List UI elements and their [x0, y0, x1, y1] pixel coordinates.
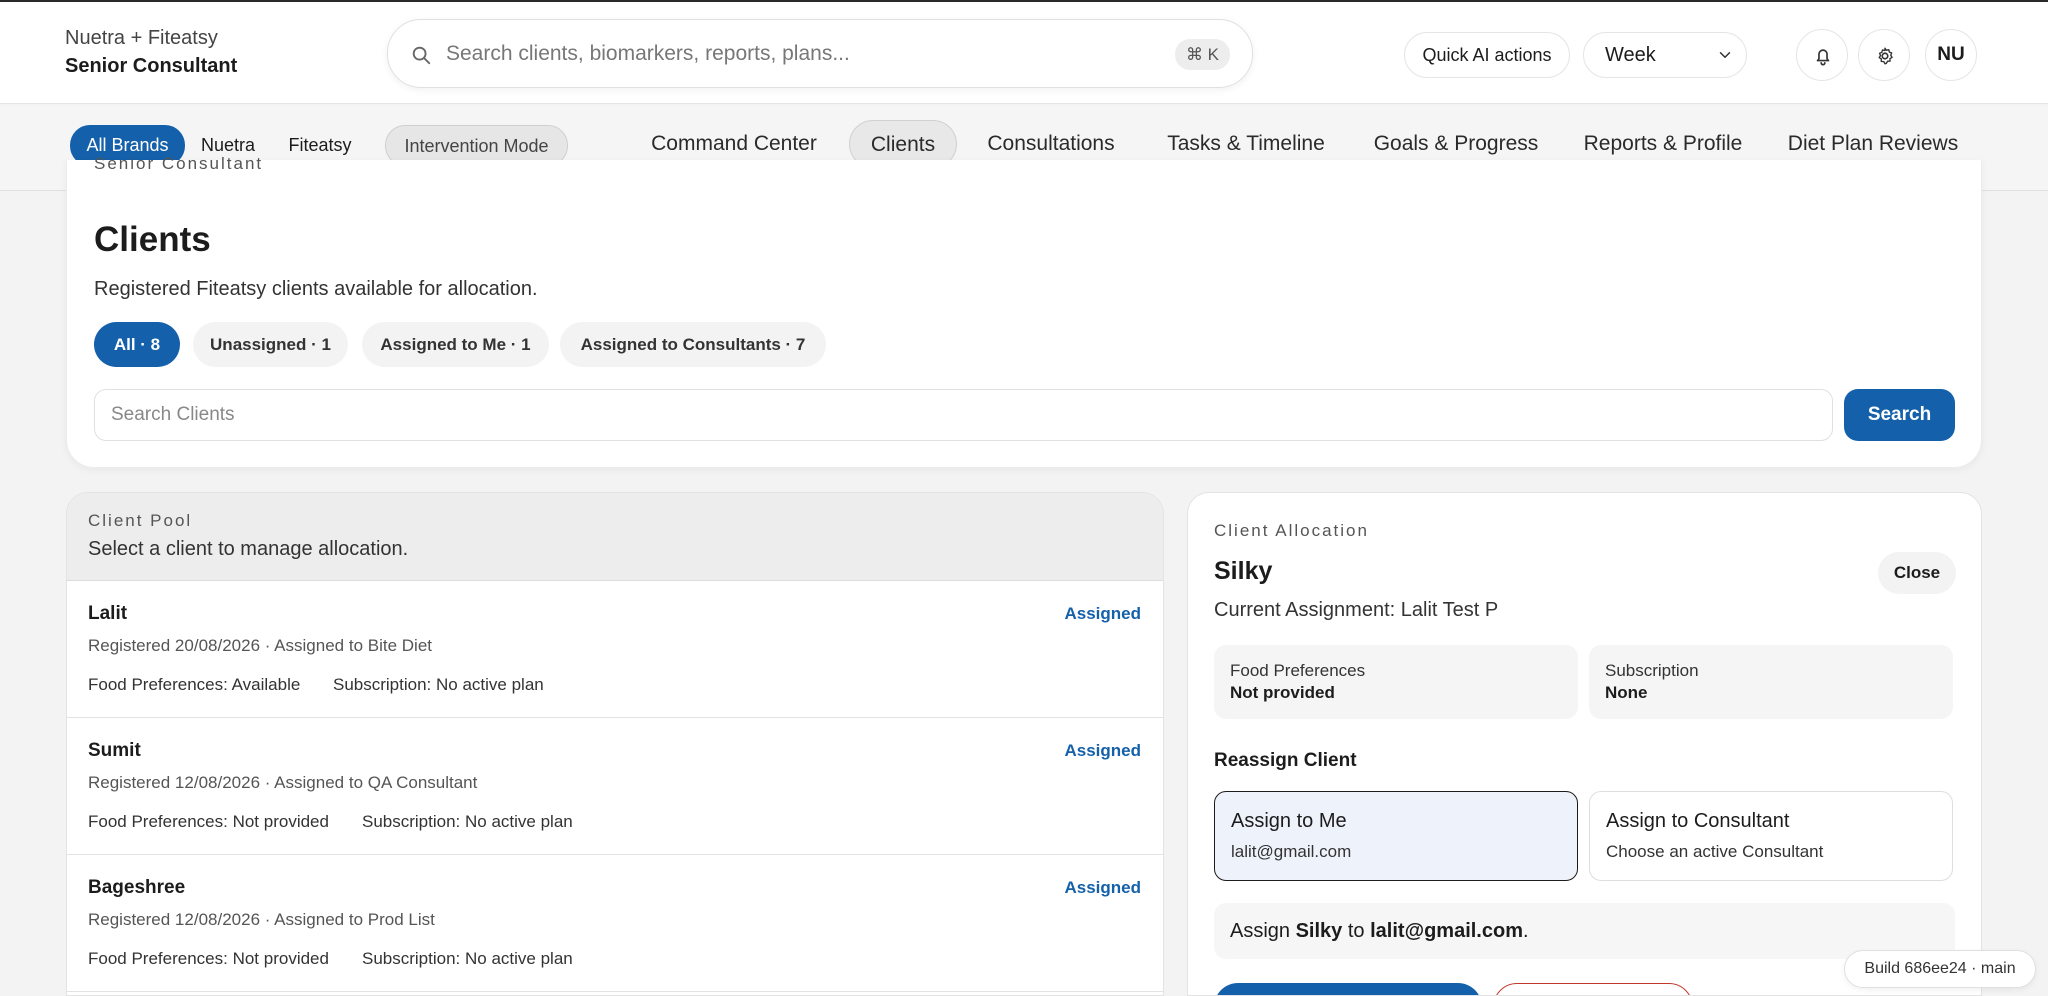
client-row[interactable]: Lalit Assigned Registered 20/08/2026 · A… [67, 581, 1163, 718]
allocation-client-name: Silky [1214, 557, 1273, 585]
user-role: Senior Consultant [65, 55, 238, 77]
clients-header-card: Senior Consultant Clients Registered Fit… [66, 154, 1982, 468]
filter-unassigned[interactable]: Unassigned · 1 [193, 322, 348, 367]
filter-all[interactable]: All · 8 [94, 322, 180, 367]
assign-to-consultant-desc: Choose an active Consultant [1606, 842, 1824, 861]
period-select[interactable]: Week [1583, 32, 1747, 78]
subscription-box: Subscription None [1589, 645, 1953, 719]
client-food-preferences: Food Preferences: Not provided [88, 812, 329, 831]
notifications-button[interactable] [1796, 29, 1848, 81]
page-title: Clients [94, 220, 211, 259]
chevron-down-icon [1719, 52, 1731, 58]
assign-to-me-title: Assign to Me [1231, 810, 1347, 832]
allocation-eyebrow: Client Allocation [1214, 521, 1369, 540]
settings-button[interactable] [1858, 29, 1910, 81]
quick-ai-actions-button[interactable]: Quick AI actions [1404, 32, 1570, 78]
food-preferences-label: Food Preferences [1230, 661, 1366, 680]
summary-target: lalit@gmail.com [1370, 920, 1523, 942]
client-name: Sumit [88, 740, 141, 761]
filter-assigned-to-me[interactable]: Assigned to Me · 1 [362, 322, 549, 367]
shortcut-badge: ⌘ K [1174, 39, 1230, 70]
current-assignment: Current Assignment: Lalit Test P [1214, 599, 1499, 621]
client-name: Bageshree [88, 877, 186, 898]
user-avatar[interactable]: NU [1925, 29, 1977, 81]
cancel-assignment-button[interactable] [1493, 983, 1693, 995]
client-subscription: Subscription: No active plan [362, 949, 573, 968]
section-eyebrow: Senior Consultant [94, 154, 264, 173]
search-placeholder: Search clients, biomarkers, reports, pla… [446, 42, 850, 65]
build-badge: Build 686ee24 · main [1844, 950, 2036, 988]
client-food-preferences: Food Preferences: Available [88, 675, 301, 694]
food-preferences-box: Food Preferences Not provided [1214, 645, 1578, 719]
client-row[interactable]: Sumit Assigned Registered 12/08/2026 · A… [67, 718, 1163, 855]
gear-icon [1878, 47, 1893, 65]
page-subtitle: Registered Fiteatsy clients available fo… [94, 278, 538, 300]
search-icon [412, 46, 431, 65]
summary-mid: to [1347, 920, 1365, 942]
assign-to-consultant-title: Assign to Consultant [1606, 810, 1790, 832]
assign-to-consultant-option[interactable]: Assign to Consultant Choose an active Co… [1589, 791, 1953, 881]
status-badge: Assigned [1064, 604, 1141, 623]
close-button[interactable]: Close [1878, 552, 1956, 594]
client-name: Lalit [88, 603, 128, 624]
reassign-title: Reassign Client [1214, 750, 1357, 771]
client-pool-subtitle: Select a client to manage allocation. [88, 538, 409, 560]
client-meta: Registered 20/08/2026 · Assigned to Bite… [88, 636, 432, 655]
confirm-assignment-button[interactable] [1214, 983, 1482, 995]
top-header: Nuetra + Fiteatsy Senior Consultant Sear… [0, 0, 2048, 104]
clients-search-button[interactable]: Search [1844, 389, 1955, 441]
status-badge: Assigned [1064, 878, 1141, 897]
brand-name: Nuetra + Fiteatsy [65, 27, 218, 49]
summary-prefix: Assign [1230, 920, 1291, 942]
status-badge: Assigned [1064, 741, 1141, 760]
client-subscription: Subscription: No active plan [333, 675, 544, 694]
assign-to-me-option[interactable]: Assign to Me lalit@gmail.com [1214, 791, 1578, 881]
filter-assigned-to-consultants[interactable]: Assigned to Consultants · 7 [560, 322, 826, 367]
client-pool-panel: Client Pool Select a client to manage al… [66, 492, 1164, 996]
subscription-label: Subscription [1605, 661, 1699, 680]
clients-search-input[interactable]: Search Clients [94, 389, 1833, 441]
assignment-summary: Assign Silky to lalit@gmail.com. [1214, 903, 1955, 959]
food-preferences-value: Not provided [1230, 683, 1335, 702]
client-pool-header: Client Pool Select a client to manage al… [67, 493, 1163, 581]
client-allocation-panel: Client Allocation Silky Close Current As… [1187, 492, 1982, 996]
summary-client: Silky [1295, 920, 1343, 942]
client-subscription: Subscription: No active plan [362, 812, 573, 831]
bell-icon [1816, 49, 1830, 66]
summary-end: . [1522, 920, 1529, 942]
subscription-value: None [1605, 683, 1648, 702]
client-meta: Registered 12/08/2026 · Assigned to QA C… [88, 773, 478, 792]
client-food-preferences: Food Preferences: Not provided [88, 949, 329, 968]
assign-to-me-email: lalit@gmail.com [1231, 842, 1352, 861]
client-pool-eyebrow: Client Pool [88, 511, 193, 530]
client-row[interactable]: Bageshree Assigned Registered 12/08/2026… [67, 855, 1163, 992]
client-meta: Registered 12/08/2026 · Assigned to Prod… [88, 910, 435, 929]
period-select-value: Week [1605, 44, 1656, 66]
global-search-input[interactable]: Search clients, biomarkers, reports, pla… [387, 19, 1253, 88]
